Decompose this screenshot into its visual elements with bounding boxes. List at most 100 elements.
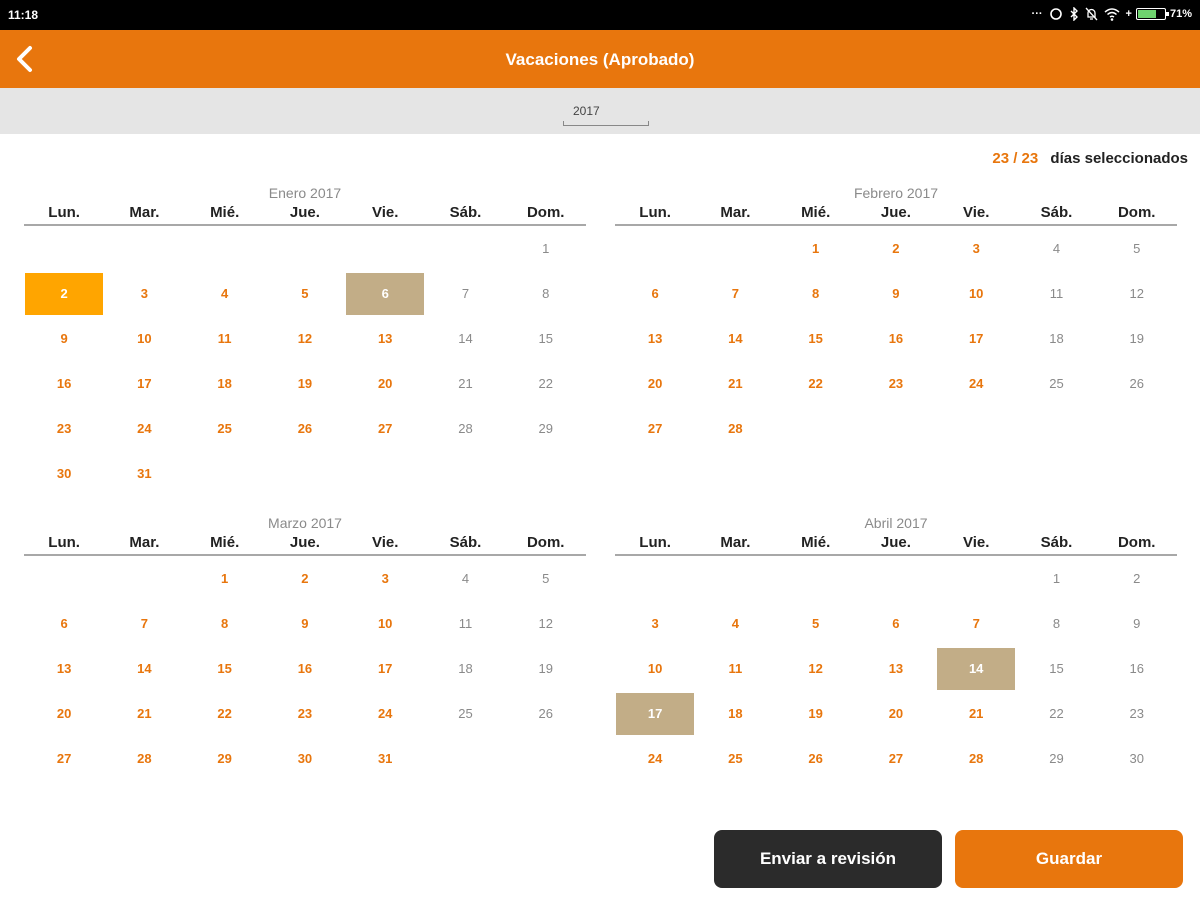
calendar-day[interactable]: 18 [185,361,265,406]
calendar-day[interactable]: 31 [104,451,184,496]
calendar-day[interactable]: 4 [185,271,265,316]
calendar-day[interactable]: 16 [265,646,345,691]
calendar-day[interactable]: 24 [615,736,695,781]
weekday-label: Mié. [210,204,240,221]
calendar-day[interactable]: 3 [615,601,695,646]
calendar-day[interactable]: 9 [265,601,345,646]
calendar-day[interactable]: 13 [24,646,104,691]
calendar-day[interactable]: 24 [104,406,184,451]
weekday-label: Mié. [210,534,240,551]
calendar-day[interactable]: 8 [776,271,856,316]
calendar-day[interactable]: 13 [345,316,425,361]
calendar-day[interactable]: 6 [345,271,425,316]
calendar-day[interactable]: 7 [695,271,775,316]
calendar-day[interactable]: 23 [24,406,104,451]
calendar-day[interactable]: 20 [615,361,695,406]
calendar-day[interactable]: 20 [856,691,936,736]
year-selector[interactable]: 2017 [563,104,649,126]
calendar-day[interactable]: 16 [24,361,104,406]
battery-fill [1137,10,1157,18]
calendar-day[interactable]: 19 [265,361,345,406]
calendar-day[interactable]: 21 [104,691,184,736]
calendar-day: 12 [538,616,553,631]
calendar-day[interactable]: 1 [776,226,856,271]
calendar-day[interactable]: 27 [856,736,936,781]
calendar-day[interactable]: 13 [856,646,936,691]
calendar-day[interactable]: 22 [776,361,856,406]
calendar-day[interactable]: 25 [185,406,265,451]
weekday-label: Lun. [48,534,80,551]
calendar-day[interactable]: 20 [345,361,425,406]
calendar-day[interactable]: 15 [776,316,856,361]
weekday-label: Vie. [962,534,990,551]
calendar-day[interactable]: 13 [615,316,695,361]
calendar-day[interactable]: 4 [695,601,775,646]
calendar-day[interactable]: 21 [695,361,775,406]
calendar-day[interactable]: 23 [856,361,936,406]
calendar-day[interactable]: 12 [265,316,345,361]
calendar-day[interactable]: 3 [104,271,184,316]
calendar-day[interactable]: 14 [695,316,775,361]
calendar-day[interactable]: 5 [776,601,856,646]
calendar-day[interactable]: 6 [615,271,695,316]
calendar-day[interactable]: 17 [615,691,695,736]
send-for-review-button[interactable]: Enviar a revisión [714,830,942,888]
status-icons: ··· + 71% [1032,7,1192,21]
calendar-day[interactable]: 7 [104,601,184,646]
month-title: Febrero 2017 [853,185,939,201]
calendar-day[interactable]: 30 [24,451,104,496]
calendar-day[interactable]: 19 [776,691,856,736]
calendar-day[interactable]: 3 [936,226,1016,271]
calendar-day[interactable]: 8 [185,601,265,646]
calendar-day[interactable]: 1 [185,556,265,601]
calendar-day[interactable]: 14 [104,646,184,691]
calendar-day[interactable]: 22 [185,691,265,736]
calendar-day[interactable]: 17 [104,361,184,406]
calendar-day[interactable]: 31 [345,736,425,781]
calendar-day[interactable]: 12 [776,646,856,691]
calendar-day[interactable]: 24 [936,361,1016,406]
calendar-day[interactable]: 27 [345,406,425,451]
calendar-day[interactable]: 3 [345,556,425,601]
calendar-day[interactable]: 17 [345,646,425,691]
calendar-day[interactable]: 27 [24,736,104,781]
calendar-day[interactable]: 15 [185,646,265,691]
calendar-day[interactable]: 26 [776,736,856,781]
calendar-day[interactable]: 27 [615,406,695,451]
calendar-day[interactable]: 14 [936,646,1016,691]
calendar-day[interactable]: 28 [936,736,1016,781]
calendar-day[interactable]: 10 [104,316,184,361]
calendar-day[interactable]: 18 [695,691,775,736]
calendar-day[interactable]: 6 [24,601,104,646]
calendar-day[interactable]: 30 [265,736,345,781]
calendar-day[interactable]: 20 [24,691,104,736]
calendar-day[interactable]: 16 [856,316,936,361]
calendar-day[interactable]: 26 [265,406,345,451]
calendar-day[interactable]: 2 [856,226,936,271]
calendar-day[interactable]: 11 [695,646,775,691]
calendar-day[interactable]: 21 [936,691,1016,736]
calendar-day[interactable]: 23 [265,691,345,736]
calendar-day[interactable]: 10 [615,646,695,691]
calendar-day[interactable]: 2 [265,556,345,601]
calendar-day: 26 [1129,376,1144,391]
calendar-day: 14 [458,331,473,346]
save-button[interactable]: Guardar [955,830,1183,888]
calendar-day[interactable]: 28 [695,406,775,451]
calendar-day[interactable]: 9 [856,271,936,316]
calendar-day: 1 [1052,571,1061,586]
calendar-day[interactable]: 2 [24,271,104,316]
month-calendar: Marzo 2017 Lun. Mar. Mié. Jue. Vie. Sáb. Dom. … [24,514,586,781]
calendar-day[interactable]: 11 [185,316,265,361]
calendar-day[interactable]: 10 [936,271,1016,316]
calendar-day[interactable]: 10 [345,601,425,646]
calendar-day[interactable]: 7 [936,601,1016,646]
calendar-day[interactable]: 17 [936,316,1016,361]
calendar-day[interactable]: 24 [345,691,425,736]
calendar-day[interactable]: 25 [695,736,775,781]
calendar-day[interactable]: 6 [856,601,936,646]
calendar-day[interactable]: 29 [185,736,265,781]
calendar-day[interactable]: 5 [265,271,345,316]
calendar-day[interactable]: 28 [104,736,184,781]
calendar-day[interactable]: 9 [24,316,104,361]
